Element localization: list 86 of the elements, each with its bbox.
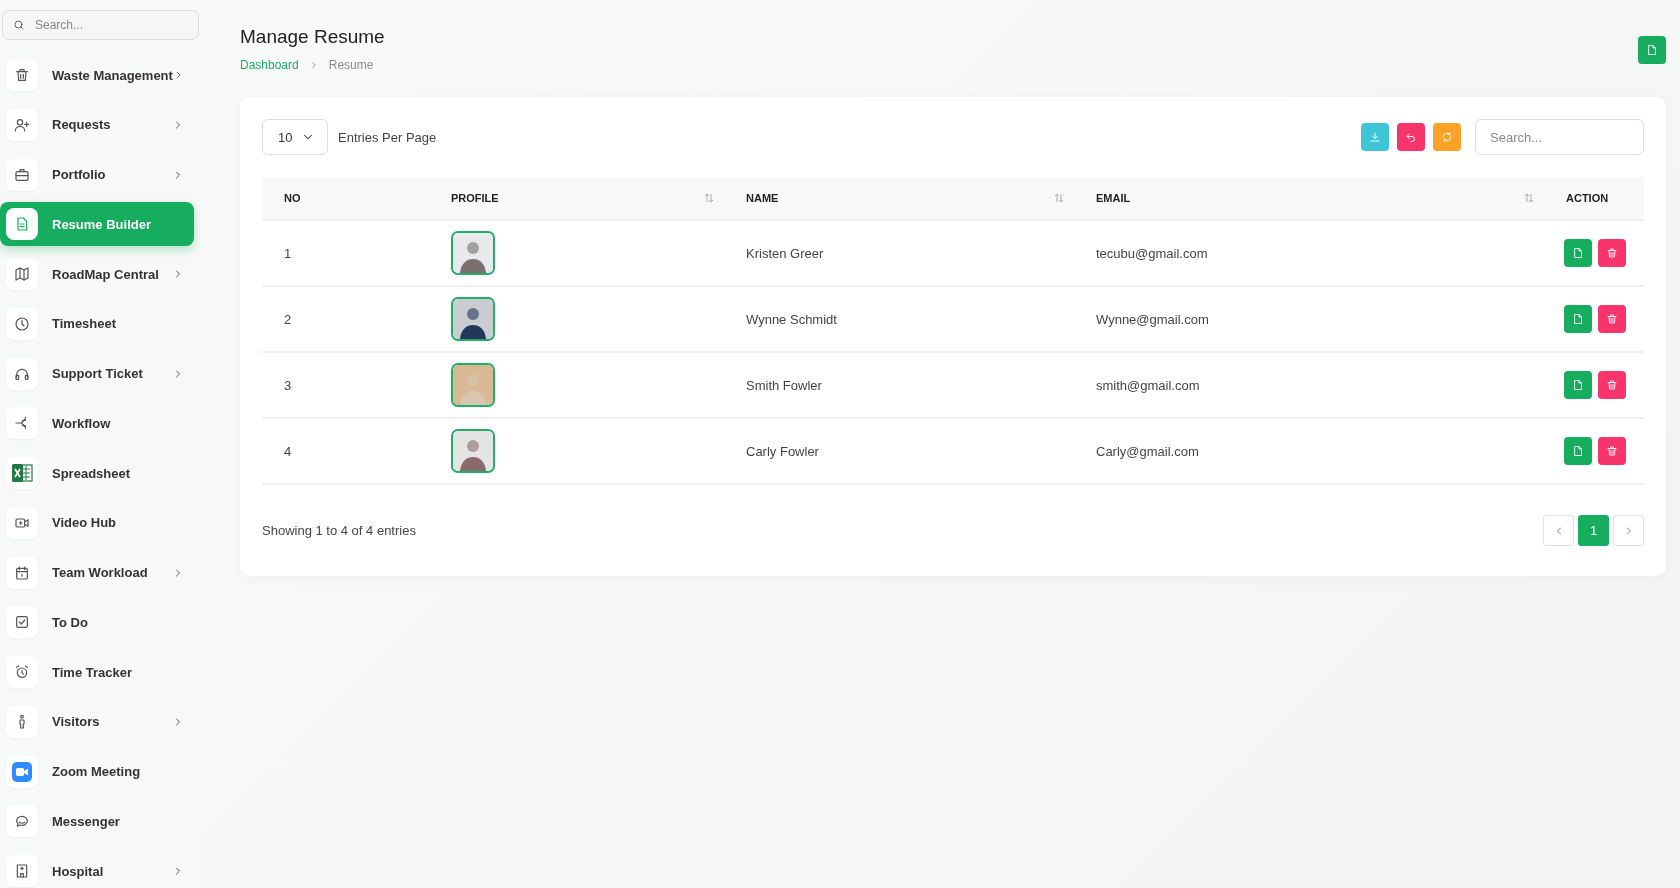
person-name: Wynne Schmidt	[746, 311, 837, 327]
trash-icon	[1606, 379, 1618, 391]
delete-button[interactable]	[1598, 371, 1626, 399]
sort-arrows-icon[interactable]	[1524, 193, 1534, 203]
download-button[interactable]	[1361, 123, 1389, 151]
search-icon	[13, 19, 25, 31]
email-text: tecubu@gmail.com	[1096, 245, 1208, 261]
sidebar-item[interactable]: Messenger	[0, 799, 194, 844]
column-header: NO	[284, 192, 301, 204]
profile-photo-placeholder	[451, 231, 495, 275]
row-number: 1	[284, 245, 292, 261]
email-text: smith@gmail.com	[1096, 377, 1200, 393]
map-icon	[14, 266, 30, 282]
download-icon	[1369, 131, 1381, 143]
view-resume-button[interactable]	[1564, 437, 1592, 465]
search-field[interactable]: Search...	[2, 10, 199, 40]
table-search-field[interactable]: Search...	[1475, 119, 1644, 155]
trash-icon	[14, 67, 30, 83]
chat-bubble-icon	[14, 813, 30, 830]
email-text: Wynne@gmail.com	[1096, 311, 1209, 327]
email-text: Carly@gmail.com	[1096, 443, 1199, 459]
row-number: 3	[284, 377, 292, 393]
profile-photo-placeholder	[451, 363, 495, 407]
spreadsheet-icon	[11, 463, 33, 483]
sidebar-item[interactable]: Hospital	[0, 849, 194, 888]
delete-button[interactable]	[1598, 239, 1626, 267]
video-camera-icon	[12, 761, 32, 782]
document-icon	[1572, 445, 1584, 457]
trash-icon	[1606, 445, 1618, 457]
sidebar-item[interactable]: Timesheet	[0, 301, 194, 346]
sidebar-item[interactable]: Spreadsheet	[0, 451, 194, 495]
view-resume-button[interactable]	[1564, 305, 1592, 333]
row-number: 2	[284, 311, 292, 327]
page-size-label: Entries Per Page	[338, 129, 437, 145]
briefcase-icon	[14, 166, 30, 183]
sidebar-item[interactable]: Time Tracker	[0, 650, 194, 694]
user-plus-icon	[14, 116, 30, 133]
page-size-select[interactable]: 10	[262, 119, 328, 155]
view-resume-button[interactable]	[1564, 371, 1592, 399]
sidebar-item[interactable]: Workflow	[0, 401, 194, 446]
document-icon	[1572, 247, 1584, 259]
person-name: Smith Fowler	[746, 377, 822, 393]
sidebar-item[interactable]: Visitors	[0, 699, 194, 744]
document-icon	[1572, 379, 1584, 391]
search-input[interactable]: Search...	[33, 17, 187, 33]
sidebar-item[interactable]: Video Hub	[0, 500, 194, 545]
person-name: Carly Fowler	[746, 443, 819, 459]
breadcrumb-current: Resume	[328, 58, 374, 72]
document-icon	[1646, 44, 1658, 56]
undo-arrow-icon	[1405, 131, 1417, 143]
sort-arrows-icon[interactable]	[704, 193, 714, 203]
trash-icon	[1606, 313, 1618, 325]
sidebar-item[interactable]: Support Ticket	[0, 351, 194, 396]
undo-button[interactable]	[1397, 123, 1425, 151]
sidebar-item[interactable]: Portfolio	[0, 152, 194, 197]
sidebar-item[interactable]: Team Workload	[0, 550, 194, 595]
document-icon	[1572, 313, 1584, 325]
sidebar-item[interactable]: RoadMap Central	[0, 252, 194, 296]
profile-photo-placeholder	[451, 297, 495, 341]
entries-summary: Showing 1 to 4 of 4 entries	[262, 523, 417, 538]
refresh-icon	[1441, 131, 1453, 143]
row-number: 4	[284, 443, 292, 459]
sidebar-item[interactable]: To Do	[0, 600, 194, 645]
column-header[interactable]: NAME	[746, 192, 779, 204]
document-icon	[14, 216, 30, 233]
alarm-clock-icon	[14, 664, 30, 680]
page-title: Manage Resume	[240, 25, 385, 49]
clock-icon	[14, 315, 30, 332]
view-resume-button[interactable]	[1564, 239, 1592, 267]
building-icon	[14, 863, 30, 879]
new-document-button[interactable]	[1638, 36, 1666, 64]
calendar-icon	[14, 564, 30, 581]
sidebar-item[interactable]: Requests	[0, 102, 194, 147]
delete-button[interactable]	[1598, 305, 1626, 333]
checkbox-icon	[14, 614, 30, 631]
column-header: ACTION	[1566, 192, 1609, 204]
profile-photo-placeholder	[451, 429, 495, 473]
person-name: Kristen Greer	[746, 245, 824, 261]
column-header[interactable]: PROFILE	[451, 192, 499, 204]
refresh-button[interactable]	[1433, 123, 1461, 151]
sort-arrows-icon[interactable]	[1054, 193, 1064, 203]
trash-icon	[1606, 247, 1618, 259]
delete-button[interactable]	[1598, 437, 1626, 465]
column-header[interactable]: EMAIL	[1096, 192, 1131, 204]
sidebar-item[interactable]: Waste Management	[0, 53, 194, 97]
sidebar-item[interactable]: Zoom Meeting	[0, 749, 194, 794]
